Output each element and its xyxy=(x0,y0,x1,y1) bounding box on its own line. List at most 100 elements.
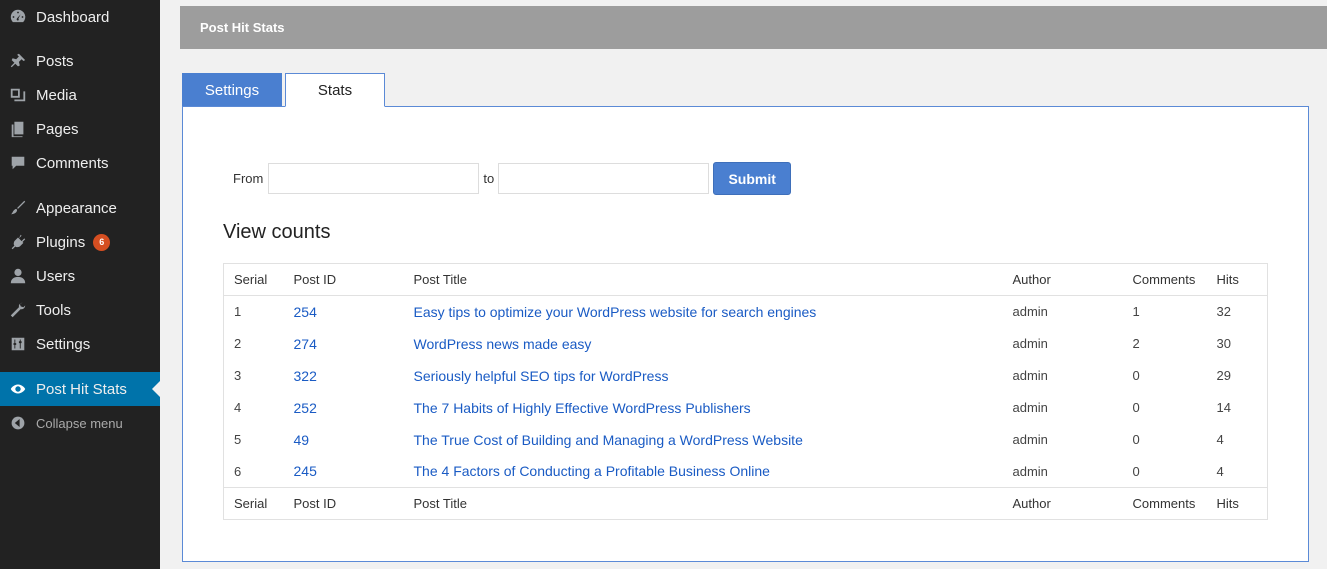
author-cell: admin xyxy=(1012,304,1048,320)
author-cell: admin xyxy=(1012,336,1048,351)
comments-cell: 0 xyxy=(1132,368,1140,383)
post-id-cell: 274 xyxy=(284,328,404,360)
author-cell: admin xyxy=(1012,400,1048,415)
author-cell: admin xyxy=(1012,432,1048,447)
post-title-link[interactable]: The 7 Habits of Highly Effective WordPre… xyxy=(414,400,751,416)
column-footer: Post Title xyxy=(403,487,1003,520)
post-title-link[interactable]: Easy tips to optimize your WordPress web… xyxy=(414,304,817,320)
post-title-link[interactable]: Seriously helpful SEO tips for WordPress xyxy=(414,368,669,384)
from-label: From xyxy=(233,171,264,186)
view-counts-table: Serial Post ID Post Title Author Comment… xyxy=(223,263,1268,520)
column-header: Comments xyxy=(1122,263,1207,296)
column-header: Serial xyxy=(223,263,284,296)
sidebar-item-label: Comments xyxy=(36,154,109,172)
post-id-link[interactable]: 245 xyxy=(294,463,317,479)
page-title: Post Hit Stats xyxy=(200,20,285,35)
hits-cell: 4 xyxy=(1216,463,1224,479)
post-id-cell: 322 xyxy=(284,360,404,392)
post-id-cell: 254 xyxy=(284,296,404,328)
column-footer: Comments xyxy=(1122,487,1207,520)
column-footer: Hits xyxy=(1206,487,1268,520)
sliders-icon xyxy=(0,335,36,353)
column-header: Hits xyxy=(1206,263,1268,296)
sidebar-item-label: Dashboard xyxy=(36,8,110,26)
tab-label: Settings xyxy=(204,81,260,99)
post-id-link[interactable]: 252 xyxy=(294,400,317,416)
sidebar-item-label: Post Hit Stats xyxy=(36,380,127,398)
tab-label: Stats xyxy=(317,81,353,99)
post-title-cell: The 7 Habits of Highly Effective WordPre… xyxy=(404,392,1003,424)
column-header: Author xyxy=(1002,263,1123,296)
post-id-link[interactable]: 322 xyxy=(294,368,317,384)
media-icon xyxy=(0,86,36,104)
serial-cell: 1 xyxy=(234,304,242,320)
collapse-menu-label: Collapse menu xyxy=(36,415,123,431)
sidebar-item-label: Settings xyxy=(36,335,91,353)
column-footer: Post ID xyxy=(283,487,404,520)
sidebar-item-comments[interactable]: Comments xyxy=(0,146,160,180)
to-label: to xyxy=(483,171,495,186)
sidebar-item-posts[interactable]: Posts xyxy=(0,44,160,78)
sidebar-item-label: Pages xyxy=(36,120,79,138)
sidebar-item-tools[interactable]: Tools xyxy=(0,293,160,327)
post-title-link[interactable]: The True Cost of Building and Managing a… xyxy=(414,432,803,448)
post-title-cell: The 4 Factors of Conducting a Profitable… xyxy=(404,456,1003,488)
tab-settings[interactable]: Settings xyxy=(182,73,282,107)
sidebar-item-media[interactable]: Media xyxy=(0,78,160,112)
sidebar-item-users[interactable]: Users xyxy=(0,259,160,293)
table-row: 5 49 The True Cost of Building and Managin… xyxy=(224,424,1268,456)
author-cell: admin xyxy=(1012,368,1048,383)
post-title-link[interactable]: WordPress news made easy xyxy=(414,336,592,352)
to-date-input[interactable] xyxy=(498,163,710,194)
post-title-cell: The True Cost of Building and Managing a… xyxy=(404,424,1003,456)
column-footer: Serial xyxy=(223,487,284,520)
hits-cell: 29 xyxy=(1216,368,1231,383)
sidebar-item-settings[interactable]: Settings xyxy=(0,327,160,361)
submit-button[interactable]: Submit xyxy=(713,162,792,195)
hits-cell: 30 xyxy=(1216,336,1231,351)
post-id-link[interactable]: 274 xyxy=(294,336,317,352)
brush-icon xyxy=(0,199,36,217)
sidebar-item-label: Appearance xyxy=(36,199,117,217)
collapse-menu-button[interactable]: Collapse menu xyxy=(0,406,160,440)
post-title-link[interactable]: The 4 Factors of Conducting a Profitable… xyxy=(414,463,770,479)
table-row: 6 245 The 4 Factors of Conducting a Profit… xyxy=(224,456,1268,488)
serial-cell: 5 xyxy=(234,432,242,447)
table-row: 4 252 The 7 Habits of Highly Effective Wor… xyxy=(224,392,1268,424)
sidebar-item-post-hit-stats[interactable]: Post Hit Stats xyxy=(0,372,160,406)
sidebar-item-dashboard[interactable]: Dashboard xyxy=(0,0,160,34)
pages-icon xyxy=(0,120,36,138)
serial-cell: 4 xyxy=(234,400,242,415)
column-footer: Author xyxy=(1002,487,1123,520)
hits-cell: 4 xyxy=(1216,432,1224,447)
sidebar-item-label: Media xyxy=(36,86,77,104)
sidebar-item-label: Plugins xyxy=(36,233,86,251)
post-title-cell: Seriously helpful SEO tips for WordPress xyxy=(404,360,1003,392)
hits-cell: 32 xyxy=(1216,304,1231,320)
admin-sidebar: Dashboard Posts Media Pages Comments App… xyxy=(0,0,160,569)
eye-icon xyxy=(0,380,36,398)
comments-cell: 2 xyxy=(1132,336,1140,351)
table-header-row: Serial Post ID Post Title Author Comment… xyxy=(223,263,1268,296)
serial-cell: 2 xyxy=(234,336,242,351)
author-cell: admin xyxy=(1012,463,1048,479)
post-id-link[interactable]: 49 xyxy=(294,432,310,448)
sidebar-item-label: Tools xyxy=(36,301,72,319)
sidebar-item-appearance[interactable]: Appearance xyxy=(0,191,160,225)
column-header: Post ID xyxy=(283,263,404,296)
table-body: 1 254 Easy tips to optimize your WordPress… xyxy=(224,296,1268,488)
from-date-input[interactable] xyxy=(268,163,480,194)
comment-icon xyxy=(0,154,36,172)
post-title-cell: Easy tips to optimize your WordPress web… xyxy=(404,296,1003,328)
post-id-link[interactable]: 254 xyxy=(294,304,317,320)
sidebar-item-plugins[interactable]: Plugins 6 xyxy=(0,225,160,259)
sidebar-item-pages[interactable]: Pages xyxy=(0,112,160,146)
post-title-cell: WordPress news made easy xyxy=(404,328,1003,360)
comments-cell: 0 xyxy=(1132,400,1140,415)
dashboard-icon xyxy=(0,8,36,26)
post-id-cell: 245 xyxy=(284,456,404,488)
tab-stats[interactable]: Stats xyxy=(285,73,385,107)
column-header: Post Title xyxy=(403,263,1003,296)
collapse-arrow-icon xyxy=(0,415,36,431)
comments-cell: 0 xyxy=(1132,463,1140,479)
